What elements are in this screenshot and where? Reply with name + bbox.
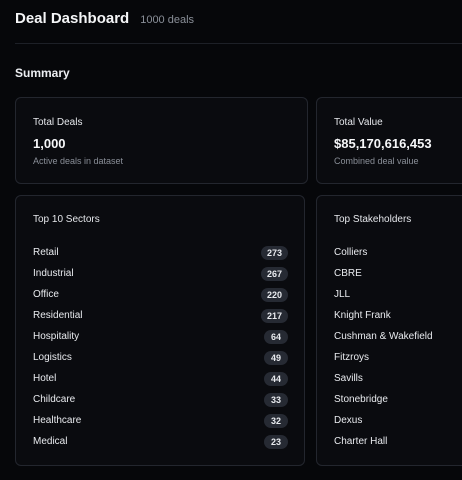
list-item: JLL [334, 284, 462, 305]
total-value-value: $85,170,616,453 [334, 136, 432, 151]
stakeholder-name: Dexus [334, 415, 363, 426]
stakeholder-name: Fitzroys [334, 352, 369, 363]
stakeholder-name: Stonebridge [334, 394, 388, 405]
stakeholder-name: Charter Hall [334, 436, 388, 447]
stakeholder-name: Cushman & Wakefield [334, 331, 433, 342]
sector-count-badge: 220 [260, 287, 288, 302]
sector-name: Healthcare [33, 415, 82, 426]
total-deals-value: 1,000 [33, 136, 66, 151]
sector-count-badge: 32 [264, 413, 288, 428]
list-item: Charter Hall [334, 431, 462, 452]
list-item: Hospitality 64 [33, 326, 288, 347]
list-item: Retail 273 [33, 242, 288, 263]
sector-count-badge: 267 [260, 266, 288, 281]
list-item: Hotel 44 [33, 368, 288, 389]
list-item: CBRE [334, 263, 462, 284]
summary-title: Summary [15, 66, 70, 80]
total-value-subtitle: Combined deal value [334, 156, 419, 166]
top-stakeholders-card: Top Stakeholders Colliers CBRE JLL Knigh… [316, 195, 462, 466]
total-deals-label: Total Deals [33, 117, 83, 128]
sector-count-badge: 44 [264, 371, 288, 386]
total-value-label: Total Value [334, 117, 383, 128]
stakeholder-name: Colliers [334, 247, 368, 258]
list-item: Savills [334, 368, 462, 389]
page-header: Deal Dashboard 1000 deals [15, 10, 462, 32]
header-divider [15, 43, 462, 44]
sector-name: Industrial [33, 268, 74, 279]
stakeholder-name: CBRE [334, 268, 362, 279]
list-item: Dexus [334, 410, 462, 431]
list-item: Childcare 33 [33, 389, 288, 410]
sector-name: Medical [33, 436, 68, 447]
list-item: Stonebridge [334, 389, 462, 410]
sector-name: Office [33, 289, 59, 300]
list-item: Medical 23 [33, 431, 288, 452]
sector-count-badge: 33 [264, 392, 288, 407]
list-item: Healthcare 32 [33, 410, 288, 431]
sector-count-badge: 217 [260, 308, 288, 323]
sector-count-badge: 49 [264, 350, 288, 365]
sector-name: Retail [33, 247, 59, 258]
sector-name: Residential [33, 310, 83, 321]
list-item: Colliers [334, 242, 462, 263]
top-sectors-title: Top 10 Sectors [33, 214, 100, 225]
page-title: Deal Dashboard [15, 10, 130, 27]
deal-count: 1000 deals [140, 14, 195, 26]
total-deals-subtitle: Active deals in dataset [33, 156, 124, 166]
stakeholder-name: JLL [334, 289, 351, 300]
list-item: Knight Frank [334, 305, 462, 326]
sector-name: Childcare [33, 394, 76, 405]
stakeholder-name: Savills [334, 373, 363, 384]
stakeholder-name: Knight Frank [334, 310, 391, 321]
list-item: Cushman & Wakefield [334, 326, 462, 347]
dashboard-page: Deal Dashboard 1000 deals Summary Total … [0, 0, 462, 480]
top-stakeholders-title: Top Stakeholders [334, 214, 412, 225]
sector-name: Logistics [33, 352, 72, 363]
sector-name: Hotel [33, 373, 57, 384]
list-item: Industrial 267 [33, 263, 288, 284]
list-item: Office 220 [33, 284, 288, 305]
top-sectors-card: Top 10 Sectors Retail 273 Industrial 267 O… [15, 195, 305, 466]
total-deals-card: Total Deals 1,000 Active deals in datase… [15, 97, 308, 184]
list-item: Logistics 49 [33, 347, 288, 368]
sector-count-badge: 273 [260, 245, 288, 260]
list-item: Fitzroys [334, 347, 462, 368]
sector-count-badge: 64 [264, 329, 288, 344]
stakeholder-list: Colliers CBRE JLL Knight Frank Cushman &… [334, 242, 462, 452]
list-item: Residential 217 [33, 305, 288, 326]
sector-name: Hospitality [33, 331, 80, 342]
sector-count-badge: 23 [264, 434, 288, 449]
total-value-card: Total Value $85,170,616,453 Combined dea… [316, 97, 462, 184]
sector-list: Retail 273 Industrial 267 Office 220 Reside… [33, 242, 288, 452]
